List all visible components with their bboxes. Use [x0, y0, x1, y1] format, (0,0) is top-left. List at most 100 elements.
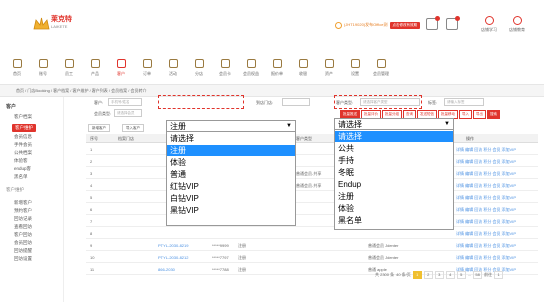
sidebar-item[interactable]: 回访记录	[14, 216, 32, 222]
member-type-input[interactable]: 请选择会员	[114, 109, 142, 117]
notification-icon[interactable]	[446, 16, 460, 30]
staff-icon	[64, 59, 74, 68]
row-actions[interactable]: 详情 编辑 回访 积分 会员 添加VIP	[456, 243, 516, 249]
table-row[interactable]: 8 详情 编辑 回访 积分 会员 添加VIP	[86, 227, 538, 239]
export-button[interactable]: 导出	[473, 110, 486, 119]
sidebar-group[interactable]: 客户维护	[6, 187, 24, 193]
sidebar-item[interactable]: 查看回访	[14, 224, 32, 230]
nav-item-member-mgmt[interactable]: 会员管理	[368, 59, 394, 77]
page-button[interactable]: 5	[456, 270, 466, 279]
tag-input[interactable]: 请输入标签	[444, 98, 484, 106]
sidebar-item[interactable]: 会员信息	[14, 134, 32, 140]
dropdown-option[interactable]: 普通	[167, 169, 295, 180]
table-row[interactable]: 10 PTYL-2030-8212 *****7797 注册 普通会员 Jdenter 详…	[86, 251, 538, 263]
page-button[interactable]: 2	[423, 270, 433, 279]
dropdown-option-highlighted[interactable]: 请选择	[335, 131, 453, 142]
dropdown-option[interactable]: 注册	[335, 191, 453, 202]
import-button[interactable]: 导入	[459, 110, 472, 119]
row-actions[interactable]: 详情 编辑 回访 积分 会员 添加VIP	[456, 231, 516, 237]
dropdown-option[interactable]: 体验	[167, 157, 295, 168]
sidebar-item-active[interactable]: 客户维护	[12, 124, 36, 132]
dropdown-option[interactable]: 白钻VIP	[167, 193, 295, 204]
table-row[interactable]: 3 普通会员-共享 详情 编辑 回访 积分 会员 添加VIP	[86, 167, 538, 179]
message-icon[interactable]	[426, 16, 440, 30]
row-actions[interactable]: 详情 编辑 回访 积分 会员 添加VIP	[456, 147, 516, 153]
row-actions[interactable]: 详情 编辑 回访 积分 会员 添加VIP	[456, 171, 516, 177]
page-button[interactable]: 3	[434, 270, 444, 279]
page-button[interactable]: 1	[412, 270, 422, 279]
nav-item-cashier[interactable]: 收银	[290, 59, 316, 77]
cell-name[interactable]: PTYL-2030-8219	[158, 243, 188, 248]
nav-item-order[interactable]: 订单	[134, 59, 160, 77]
nav-item-member-card[interactable]: 会员卡	[212, 59, 238, 77]
sidebar-item[interactable]: 体验客	[14, 158, 28, 164]
nav-item-home[interactable]: 首页	[4, 59, 30, 77]
row-actions[interactable]: 详情 编辑 回访 积分 会员 添加VIP	[456, 255, 516, 261]
nav-item-customer[interactable]: 客户	[108, 59, 134, 77]
member-type-select[interactable]: 注册 ▼	[167, 121, 295, 132]
row-actions[interactable]: 详情 编辑 回访 积分 会员 添加VIP	[456, 195, 516, 201]
dropdown-option[interactable]: 冬眠	[335, 167, 453, 178]
cell-name[interactable]: 866-2030	[158, 267, 175, 272]
import-customer-button[interactable]: 导入客户	[122, 124, 144, 132]
sidebar-item[interactable]: 回访设置	[14, 256, 32, 262]
store-edu-tab[interactable]: 店铺教育	[506, 16, 528, 33]
sidebar-item[interactable]: 黑名单	[14, 174, 28, 180]
sidebar-item[interactable]: 手件会员	[14, 142, 32, 148]
sidebar-item[interactable]: 公共档案	[14, 150, 32, 156]
search-button[interactable]: 搜索	[487, 110, 500, 119]
sidebar-item[interactable]: 客户回访	[14, 232, 32, 238]
sidebar-item[interactable]: 预约客户	[14, 208, 32, 214]
sidebar-item[interactable]: 会员回访	[14, 240, 32, 246]
table-row[interactable]: 4 普通会员-共享 详情 编辑 回访 积分 会员 添加VIP	[86, 179, 538, 191]
store-input[interactable]	[282, 98, 310, 106]
dropdown-option[interactable]: 黑钻VIP	[167, 205, 295, 216]
page-button[interactable]: 58	[473, 270, 483, 279]
dropdown-option[interactable]: 手持	[335, 155, 453, 166]
dropdown-option[interactable]: 请选择	[167, 133, 295, 144]
dropdown-option[interactable]: 体验	[335, 203, 453, 214]
store-learn-tab[interactable]: 店铺学习	[478, 16, 500, 33]
table-row[interactable]: 5 详情 编辑 回访 积分 会员 添加VIP	[86, 191, 538, 203]
nav-item-product[interactable]: 产品	[82, 59, 108, 77]
brand-logo[interactable]: 莱克特 LAIKETE	[33, 16, 79, 36]
sidebar-item[interactable]: 新增客户	[14, 200, 32, 206]
table-row[interactable]: 1 详情 编辑 回访 积分 会员 添加VIP	[86, 143, 538, 155]
sidebar-item[interactable]: endup客	[14, 166, 31, 172]
dropdown-option[interactable]: Endup	[335, 179, 453, 190]
table-row[interactable]: 6 详情 编辑 回访 积分 会员 添加VIP	[86, 203, 538, 215]
customer-type-select[interactable]: 请选择 ▼	[335, 119, 453, 130]
dropdown-option[interactable]: 黑名单	[335, 215, 453, 226]
row-actions[interactable]: 详情 编辑 回访 积分 会员 添加VIP	[456, 183, 516, 189]
nav-item-account[interactable]: 账号	[30, 59, 56, 77]
table-row[interactable]: 7 详情 编辑 回访 积分 会员 添加VIP	[86, 215, 538, 227]
nav-item-activity[interactable]: 活动	[160, 59, 186, 77]
row-actions[interactable]: 详情 编辑 回访 积分 会员 添加VIP	[456, 159, 516, 165]
nav-item-branch[interactable]: 分店	[186, 59, 212, 77]
nav-item-quote[interactable]: 报价单	[264, 59, 290, 77]
modify-expiry-button[interactable]: 点击修改有效期	[389, 21, 420, 29]
per-page-select[interactable]: 40 条/页	[396, 272, 411, 278]
add-customer-button[interactable]: 新增客户	[88, 124, 110, 132]
row-actions[interactable]: 详情 编辑 回访 积分 会员 添加VIP	[456, 207, 516, 213]
nav-item-settings[interactable]: 设置	[342, 59, 368, 77]
goto-input[interactable]: 1	[494, 270, 504, 279]
logo-title: 莱克特	[51, 16, 72, 23]
cell-name[interactable]: PTYL-2030-8212	[158, 255, 188, 260]
user-info[interactable]: (JHT19020)发布Office测 点击修改有效期	[335, 20, 420, 30]
dropdown-option-highlighted[interactable]: 注册	[167, 145, 295, 156]
table-row[interactable]: 2 详情 编辑 回访 积分 会员 添加VIP	[86, 155, 538, 167]
sidebar-item[interactable]: 客户档案	[14, 114, 32, 120]
customer-type-dropdown[interactable]: 请选择 ▼ 请选择 公共 手持 冬眠 Endup 注册 体验 黑名单	[334, 118, 454, 230]
dropdown-option[interactable]: 公共	[335, 143, 453, 154]
row-actions[interactable]: 详情 编辑 回访 积分 会员 添加VIP	[456, 219, 516, 225]
nav-item-staff[interactable]: 员工	[56, 59, 82, 77]
page-button[interactable]: 4	[445, 270, 455, 279]
member-type-dropdown[interactable]: 注册 ▼ 请选择 注册 体验 普通 红钻VIP 白钻VIP 黑钻VIP	[166, 120, 296, 226]
nav-item-member-rights[interactable]: 会员权益	[238, 59, 264, 77]
nav-item-assets[interactable]: 资产	[316, 59, 342, 77]
sidebar-item[interactable]: 回访提醒	[14, 248, 32, 254]
dropdown-option[interactable]: 红钻VIP	[167, 181, 295, 192]
table-row[interactable]: 9 PTYL-2030-8219 *****9999 注册 普通会员 Jdenter 详情…	[86, 239, 538, 251]
customer-input[interactable]: 手机号/姓名	[108, 98, 142, 106]
